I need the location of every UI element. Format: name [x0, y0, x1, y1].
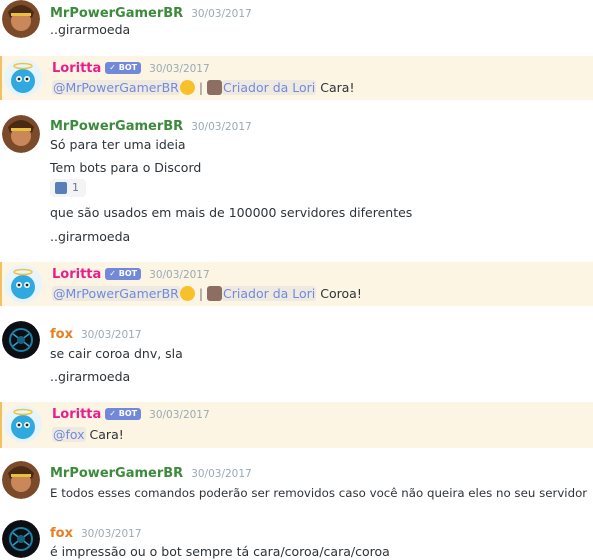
message-line: é impressão ou o bot sempre tá cara/coro…: [50, 544, 390, 559]
technologist-emoji-icon: [207, 80, 223, 95]
message-group: MrPowerGamerBR 30/03/2017 ..girarmoeda: [0, 0, 593, 48]
user-avatar[interactable]: [2, 520, 40, 558]
user-mention[interactable]: @MrPowerGamerBR: [52, 80, 180, 95]
bot-badge: ✓ BOT: [105, 408, 142, 420]
message-group: fox 30/03/2017 se cair coroa dnv, sla ..g…: [0, 321, 593, 389]
message-group-mentioned: Loritta ✓ BOT 30/03/2017 @MrPowerGamerBR |…: [0, 56, 593, 100]
bot-badge: ✓ BOT: [105, 62, 142, 74]
message-group: MrPowerGamerBR 30/03/2017 Só para ter uma…: [0, 115, 593, 255]
message-group: fox 30/03/2017 é impressão ou o bot sempr…: [0, 520, 593, 560]
user-avatar[interactable]: [2, 115, 40, 153]
timestamp: 30/03/2017: [191, 8, 252, 20]
bot-avatar[interactable]: [4, 59, 42, 97]
message-line: ..girarmoeda: [50, 369, 131, 384]
message-line: E todos esses comandos poderão ser remov…: [50, 486, 588, 500]
username[interactable]: Loritta ✓ BOT 30/03/2017: [52, 267, 210, 283]
separator: |: [194, 80, 208, 95]
bot-badge: ✓ BOT: [105, 268, 142, 280]
reaction-button[interactable]: 1: [50, 179, 86, 197]
username[interactable]: MrPowerGamerBR 30/03/2017: [50, 119, 252, 135]
timestamp: 30/03/2017: [191, 468, 252, 480]
message-text: Cara!: [85, 427, 124, 442]
user-avatar[interactable]: [2, 461, 40, 499]
message-text: Coroa!: [316, 286, 362, 301]
technologist-emoji-icon: [207, 286, 223, 301]
message-group-mentioned: Loritta ✓ BOT 30/03/2017 @MrPowerGamerBR |…: [0, 262, 593, 306]
role-mention[interactable]: Criador da Lori: [222, 80, 317, 95]
message-line: se cair coroa dnv, sla: [50, 346, 183, 361]
timestamp: 30/03/2017: [149, 269, 210, 281]
message-line: Tem bots para o Discord: [50, 160, 202, 175]
user-mention[interactable]: @MrPowerGamerBR: [52, 286, 180, 301]
timestamp: 30/03/2017: [149, 63, 210, 75]
username-text[interactable]: Loritta: [52, 407, 101, 422]
timestamp: 30/03/2017: [149, 409, 210, 421]
user-mention[interactable]: @fox: [52, 427, 86, 442]
username-text[interactable]: MrPowerGamerBR: [50, 6, 183, 21]
username[interactable]: Loritta ✓ BOT 30/03/2017: [52, 407, 210, 423]
wink-emoji-icon: [179, 80, 195, 95]
wink-emoji-icon: [179, 286, 195, 301]
bot-avatar[interactable]: [4, 265, 42, 303]
role-mention[interactable]: Criador da Lori: [222, 286, 317, 301]
username-text[interactable]: MrPowerGamerBR: [50, 119, 183, 134]
username-text[interactable]: MrPowerGamerBR: [50, 466, 183, 481]
message-line: ..girarmoeda: [50, 229, 131, 244]
username-text[interactable]: Loritta: [52, 61, 101, 76]
message-line: que são usados em mais de 100000 servido…: [50, 205, 413, 220]
username[interactable]: MrPowerGamerBR 30/03/2017: [50, 6, 252, 22]
separator: |: [194, 286, 208, 301]
username[interactable]: MrPowerGamerBR 30/03/2017: [50, 466, 252, 482]
user-avatar[interactable]: [2, 321, 40, 359]
username-text[interactable]: fox: [50, 327, 73, 342]
timestamp: 30/03/2017: [191, 121, 252, 133]
username-text[interactable]: Loritta: [52, 267, 101, 282]
username[interactable]: fox 30/03/2017: [50, 327, 142, 343]
username[interactable]: Loritta ✓ BOT 30/03/2017: [52, 61, 210, 77]
message-line: ..girarmoeda: [50, 22, 131, 37]
username-text[interactable]: fox: [50, 526, 73, 541]
message-text: Cara!: [316, 80, 355, 95]
timestamp: 30/03/2017: [80, 528, 142, 540]
message-line: Só para ter uma ideia: [50, 137, 186, 152]
message-line: @MrPowerGamerBR | Criador da Lori Cara!: [52, 80, 354, 96]
computer-emoji-icon: [55, 182, 67, 194]
timestamp: 30/03/2017: [80, 329, 142, 341]
message-group-mentioned: Loritta ✓ BOT 30/03/2017 @fox Cara!: [0, 402, 593, 448]
message-line: @fox Cara!: [52, 427, 124, 443]
bot-avatar[interactable]: [4, 405, 42, 443]
reaction-count: 1: [72, 181, 79, 194]
username[interactable]: fox 30/03/2017: [50, 526, 142, 542]
user-avatar[interactable]: [2, 0, 40, 38]
message-group: MrPowerGamerBR 30/03/2017 E todos esses c…: [0, 461, 593, 507]
message-line: @MrPowerGamerBR | Criador da Lori Coroa!: [52, 286, 362, 302]
